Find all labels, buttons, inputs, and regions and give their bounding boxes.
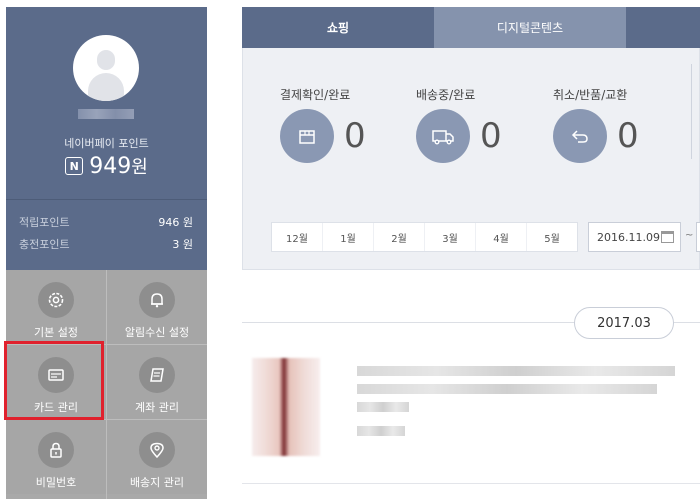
status-cancel-return[interactable]: 취소/반품/교환 0 [553,86,673,163]
earned-points-row: 적립포인트 946 원 [19,214,193,230]
month-button[interactable]: 2월 [374,223,425,251]
user-name-blurred [78,109,134,119]
status-count: 0 [617,116,639,156]
points-summary: 적립포인트 946 원 충전포인트 3 원 [6,200,207,268]
month-button[interactable]: 12월 [272,223,323,251]
charged-points-label: 충전포인트 [19,238,70,251]
return-arrow-icon [553,109,607,163]
menu-label: 계좌 관리 [135,401,179,414]
earned-points-label: 적립포인트 [19,216,70,229]
menu-notification-settings[interactable]: 알림수신 설정 [107,270,207,344]
pay-point-unit: 원 [131,157,148,178]
menu-account-management[interactable]: 계좌 관리 [107,345,207,419]
lock-icon [38,432,74,468]
menu-address-management[interactable]: 배송지 관리 [107,420,207,494]
avatar-head-icon [97,50,115,70]
earned-points-value: 946 원 [158,216,193,229]
month-filter: 12월 1월 2월 3월 4월 5월 [271,222,578,252]
tab-digital-content[interactable]: 디지털콘텐츠 [434,7,626,48]
list-divider [242,483,700,484]
status-count: 0 [344,116,366,156]
order-status-panel: 결제확인/완료 0 배송중/완료 0 취소/반품/교환 0 12월 1월 2월 … [242,48,700,270]
month-button[interactable]: 3월 [425,223,476,251]
menu-label: 비밀번호 [35,476,77,489]
product-title-blurred [357,384,657,394]
naver-pay-page: 네이버페이 포인트 N 949 원 적립포인트 946 원 충전포인트 3 원 기… [0,0,700,499]
status-label: 배송중/완료 [416,88,476,102]
product-price-blurred [357,426,405,436]
month-button[interactable]: 5월 [527,223,577,251]
menu-divider [106,270,107,499]
menu-label: 기본 설정 [34,326,78,339]
category-tabs: 쇼핑 디지털콘텐츠 [242,7,700,48]
profile-section: 네이버페이 포인트 N 949 원 [6,7,207,199]
card-management-highlight [4,341,104,420]
menu-label: 배송지 관리 [129,476,185,489]
charged-points-row: 충전포인트 3 원 [19,236,193,252]
pay-point-number: 949 [89,153,132,179]
month-button[interactable]: 1월 [323,223,374,251]
avatar-body-icon [88,73,124,101]
date-from-value: 2016.11.09 [597,230,660,244]
tab-more[interactable] [626,7,700,48]
account-icon [139,357,175,393]
date-from-field[interactable]: 2016.11.09 [588,222,681,252]
charged-points-value: 3 원 [172,238,193,251]
status-payment[interactable]: 결제확인/완료 0 [280,86,400,163]
status-shipping[interactable]: 배송중/완료 0 [416,86,536,163]
naver-pay-icon: N [65,157,84,175]
box-icon [280,109,334,163]
pay-point-amount[interactable]: N 949 원 [6,153,207,179]
product-title-blurred[interactable] [357,366,675,376]
product-thumbnail-blurred[interactable] [252,358,320,456]
calendar-icon[interactable] [661,231,674,243]
tab-shopping[interactable]: 쇼핑 [242,7,434,48]
pay-point-label: 네이버페이 포인트 [64,137,149,150]
status-label: 결제확인/완료 [280,88,351,102]
status-count: 0 [480,116,502,156]
panel-divider [691,64,692,159]
menu-password[interactable]: 비밀번호 [6,420,106,494]
bell-icon [139,282,175,318]
location-pin-icon [139,432,175,468]
truck-icon [416,109,470,163]
month-button[interactable]: 4월 [476,223,527,251]
date-to-field[interactable] [696,222,700,252]
menu-basic-settings[interactable]: 기본 설정 [6,270,106,344]
order-date-pill: 2017.03 [574,307,674,339]
menu-label: 알림수신 설정 [124,326,190,339]
product-option-blurred [357,402,409,412]
status-label: 취소/반품/교환 [553,88,628,102]
date-range-separator: ~ [685,230,694,241]
avatar[interactable] [73,35,139,101]
gear-icon [38,282,74,318]
